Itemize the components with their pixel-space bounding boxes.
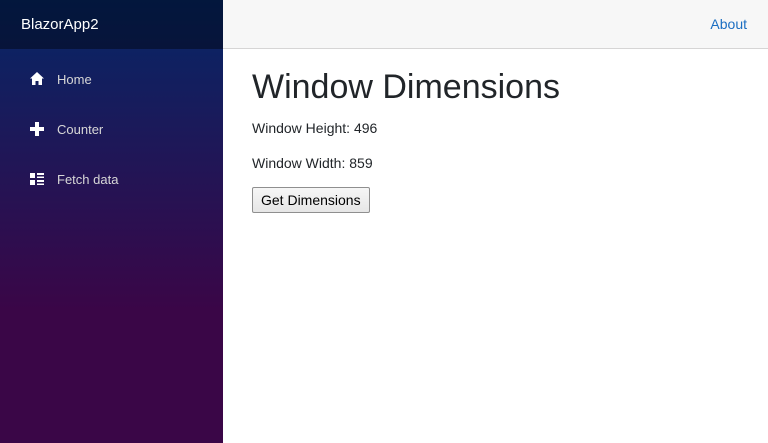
list-rich-icon xyxy=(28,171,45,188)
window-height-value: 496 xyxy=(353,120,378,136)
page-title: Window Dimensions xyxy=(252,68,560,106)
about-link[interactable]: About xyxy=(710,16,747,32)
sidebar-item-label: Counter xyxy=(57,121,104,137)
window-width-label: Window Width: xyxy=(252,155,346,171)
brand-link[interactable]: BlazorApp2 xyxy=(21,16,99,33)
sidebar-item-label: Fetch data xyxy=(57,171,119,187)
sidebar: BlazorApp2 Home Counter Fetch data xyxy=(0,0,223,443)
sidebar-item-fetch-data[interactable]: Fetch data xyxy=(12,161,211,197)
plus-icon xyxy=(28,121,45,138)
main-content: Window Dimensions Window Height: 496 Win… xyxy=(252,66,752,213)
window-width-value: 859 xyxy=(349,155,373,171)
home-icon xyxy=(28,71,45,88)
sidebar-item-counter[interactable]: Counter xyxy=(12,111,211,147)
window-width-line: Window Width: 859 xyxy=(252,154,752,172)
sidebar-item-label: Home xyxy=(57,71,92,87)
window-height-line: Window Height: 496 xyxy=(252,119,752,137)
brand-bar: BlazorApp2 xyxy=(0,0,223,49)
get-dimensions-button[interactable]: Get Dimensions xyxy=(252,187,370,213)
nav-menu: Home Counter Fetch data xyxy=(0,49,223,197)
sidebar-item-home[interactable]: Home xyxy=(12,61,211,97)
top-row: About xyxy=(223,0,768,49)
window-height-label: Window Height: xyxy=(252,120,351,136)
